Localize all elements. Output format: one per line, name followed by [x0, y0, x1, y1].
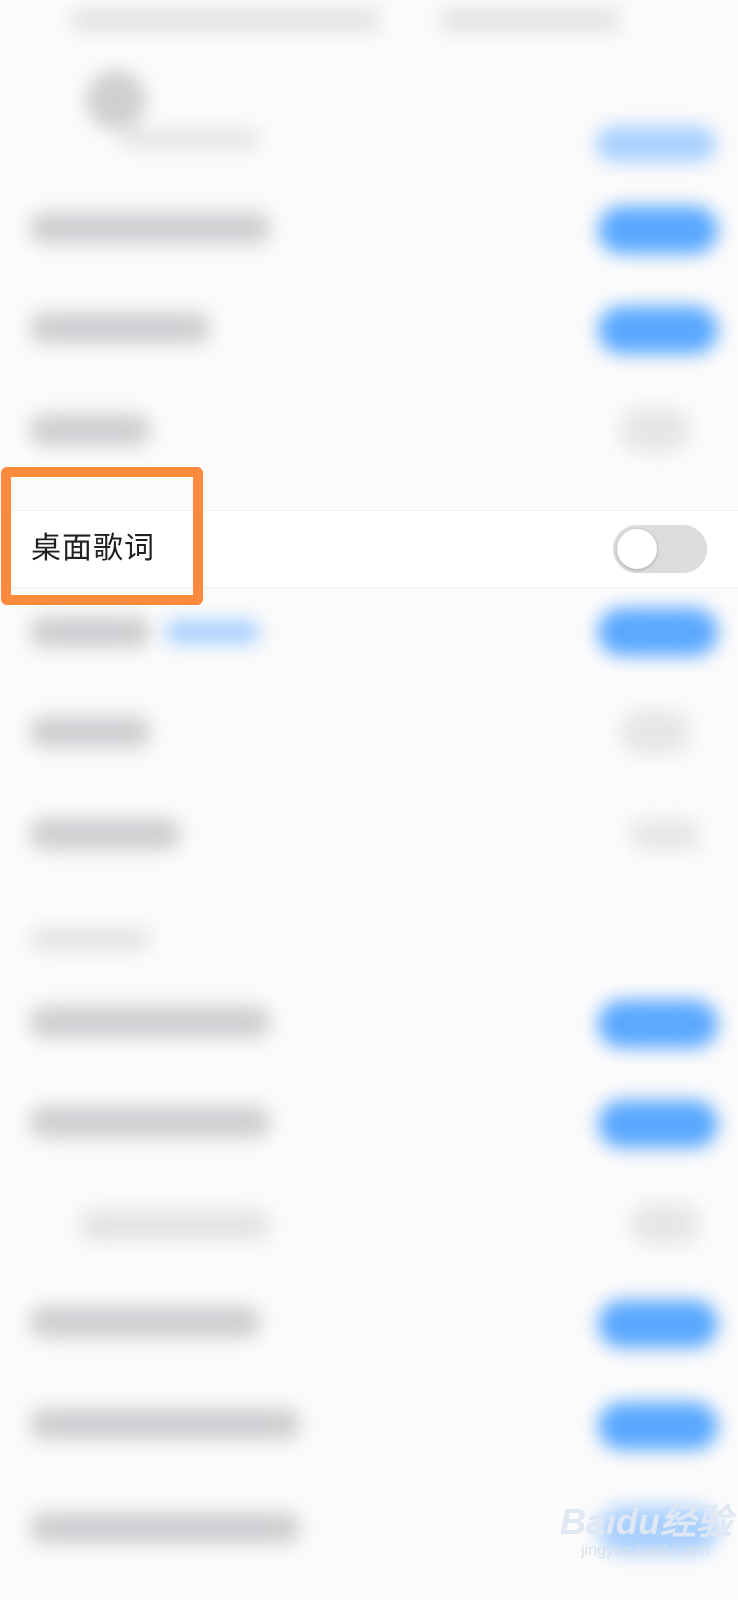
blurred-section-title [30, 928, 150, 950]
blurred-subheader [120, 130, 260, 148]
blurred-row-label [30, 1106, 270, 1138]
watermark-site: jingyan.baidu.com [581, 1542, 710, 1559]
blurred-row-label [30, 1306, 260, 1338]
blurred-toggle [620, 710, 690, 754]
blurred-toggle [598, 306, 718, 354]
blurred-toggle [598, 1000, 718, 1048]
blurred-row-label [30, 716, 150, 748]
blurred-toggle [598, 206, 718, 254]
blurred-toggle [598, 608, 718, 656]
blurred-header [70, 8, 380, 32]
blurred-header-right [440, 8, 620, 32]
baidu-watermark: Baidu经验 jingyan.baidu.com [560, 1501, 733, 1582]
blurred-value [630, 820, 700, 850]
blurred-link [165, 620, 260, 644]
blurred-row-label [30, 1006, 270, 1038]
blurred-toggle [596, 126, 716, 162]
blurred-row-label [30, 616, 150, 648]
watermark-brand: Baidu经验 [560, 1501, 733, 1542]
blurred-row-label [30, 1408, 300, 1440]
desktop-lyrics-toggle[interactable] [613, 525, 707, 573]
blurred-row-label [30, 414, 150, 446]
blurred-row-label [30, 818, 180, 850]
settings-screen: 桌面歌词 Baidu经验 jingyan.baidu.com [0, 0, 738, 1600]
blurred-row-label [30, 312, 210, 344]
blurred-toggle [620, 408, 690, 452]
blurred-toggle [598, 1100, 718, 1148]
blurred-toggle [598, 1402, 718, 1450]
toggle-knob [617, 529, 657, 569]
highlight-frame [1, 467, 203, 605]
blurred-avatar [86, 70, 146, 130]
blurred-toggle [630, 1204, 700, 1244]
blurred-row-label [30, 1512, 300, 1544]
blurred-toggle [598, 1300, 718, 1348]
blurred-row-label [30, 212, 270, 244]
blurred-row-label [80, 1210, 270, 1240]
blurred-settings-list [0, 0, 738, 1600]
